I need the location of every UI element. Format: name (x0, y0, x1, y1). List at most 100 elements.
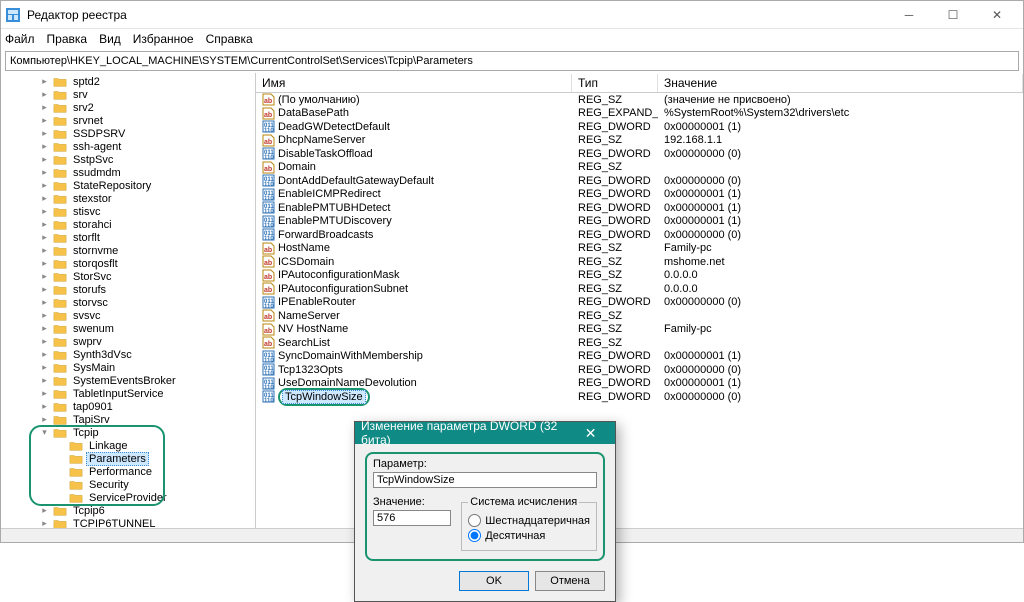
menu-help[interactable]: Справка (206, 32, 253, 46)
list-row[interactable]: abHostName REG_SZ Family-pc (256, 242, 1023, 256)
list-row[interactable]: 011110DontAddDefaultGatewayDefault REG_D… (256, 174, 1023, 188)
expander-icon[interactable]: ▸ (39, 154, 50, 165)
list-row[interactable]: 011110SyncDomainWithMembership REG_DWORD… (256, 350, 1023, 364)
expander-icon[interactable]: ▸ (39, 115, 50, 126)
tree-item[interactable]: Performance (33, 465, 255, 478)
tree-item[interactable]: ▸SysMain (3, 361, 255, 374)
expander-icon[interactable]: ▸ (39, 89, 50, 100)
expander-icon[interactable]: ▾ (39, 427, 50, 438)
tree-item[interactable]: ▸swprv (3, 335, 255, 348)
list-row[interactable]: 011110IPEnableRouter REG_DWORD 0x0000000… (256, 296, 1023, 310)
menu-favorites[interactable]: Избранное (133, 32, 194, 46)
expander-icon[interactable]: ▸ (39, 206, 50, 217)
list-row[interactable]: abICSDomain REG_SZ mshome.net (256, 255, 1023, 269)
expander-icon[interactable]: ▸ (39, 219, 50, 230)
col-name[interactable]: Имя (256, 74, 572, 92)
tree-item[interactable]: ▸stexstor (3, 192, 255, 205)
list-row[interactable]: abNV HostName REG_SZ Family-pc (256, 323, 1023, 337)
tree-item[interactable]: ▸TabletInputService (3, 387, 255, 400)
col-type[interactable]: Тип (572, 74, 658, 92)
tree-item[interactable]: ServiceProvider (33, 491, 255, 504)
radio-dec[interactable] (468, 529, 481, 542)
tree-item[interactable]: ▸swenum (3, 322, 255, 335)
menu-view[interactable]: Вид (99, 32, 121, 46)
expander-icon[interactable]: ▸ (39, 258, 50, 269)
expander-icon[interactable]: ▸ (39, 141, 50, 152)
expander-icon[interactable]: ▸ (39, 375, 50, 386)
list-row[interactable]: abDataBasePath REG_EXPAND_SZ %SystemRoot… (256, 107, 1023, 121)
expander-icon[interactable]: ▸ (39, 362, 50, 373)
tree-item[interactable]: ▸SystemEventsBroker (3, 374, 255, 387)
expander-icon[interactable]: ▸ (39, 167, 50, 178)
tree-item[interactable]: ▸ssudmdm (3, 166, 255, 179)
list-row[interactable]: 011110EnablePMTUDiscovery REG_DWORD 0x00… (256, 215, 1023, 229)
tree-item[interactable]: ▾Tcpip (3, 426, 255, 439)
tree-item[interactable]: ▸SSDPSRV (3, 127, 255, 140)
tree-pane[interactable]: ▸sptd2▸srv▸srv2▸srvnet▸SSDPSRV▸ssh-agent… (1, 73, 256, 542)
expander-icon[interactable]: ▸ (39, 349, 50, 360)
tree-item[interactable]: Parameters (33, 452, 255, 465)
tree-item[interactable]: ▸storvsc (3, 296, 255, 309)
tree-item[interactable]: ▸srv2 (3, 101, 255, 114)
menu-edit[interactable]: Правка (47, 32, 88, 46)
expander-icon[interactable]: ▸ (39, 102, 50, 113)
dialog-close-button[interactable]: ✕ (572, 425, 609, 442)
tree-item[interactable]: ▸svsvc (3, 309, 255, 322)
list-row[interactable]: 011110DisableTaskOffload REG_DWORD 0x000… (256, 147, 1023, 161)
list-row[interactable]: abDhcpNameServer REG_SZ 192.168.1.1 (256, 134, 1023, 148)
list-row[interactable]: 011110TcpWindowSize REG_DWORD 0x00000000… (256, 390, 1023, 404)
expander-icon[interactable]: ▸ (39, 401, 50, 412)
value-field[interactable] (373, 510, 451, 526)
tree-item[interactable]: ▸TapiSrv (3, 413, 255, 426)
list-row[interactable]: 011110Tcp1323Opts REG_DWORD 0x00000000 (… (256, 363, 1023, 377)
list-row[interactable]: abIPAutoconfigurationSubnet REG_SZ 0.0.0… (256, 282, 1023, 296)
expander-icon[interactable]: ▸ (39, 297, 50, 308)
ok-button[interactable]: OK (459, 571, 529, 591)
tree-item[interactable]: ▸storqosflt (3, 257, 255, 270)
list-row[interactable]: abSearchList REG_SZ (256, 336, 1023, 350)
menu-file[interactable]: Файл (5, 32, 35, 46)
list-row[interactable]: 011110EnablePMTUBHDetect REG_DWORD 0x000… (256, 201, 1023, 215)
tree-item[interactable]: Security (33, 478, 255, 491)
param-field[interactable] (373, 472, 597, 488)
tree-item[interactable]: ▸StateRepository (3, 179, 255, 192)
list-row[interactable]: abIPAutoconfigurationMask REG_SZ 0.0.0.0 (256, 269, 1023, 283)
expander-icon[interactable]: ▸ (39, 271, 50, 282)
dialog-titlebar[interactable]: Изменение параметра DWORD (32 бита) ✕ (355, 422, 615, 444)
tree-item[interactable]: ▸stornvme (3, 244, 255, 257)
list-row[interactable]: abDomain REG_SZ (256, 161, 1023, 175)
tree-item[interactable]: ▸Tcpip6 (3, 504, 255, 517)
expander-icon[interactable]: ▸ (39, 284, 50, 295)
tree-item[interactable]: ▸StorSvc (3, 270, 255, 283)
expander-icon[interactable]: ▸ (39, 232, 50, 243)
expander-icon[interactable]: ▸ (39, 245, 50, 256)
minimize-button[interactable]: ─ (887, 2, 931, 28)
address-bar[interactable]: Компьютер\HKEY_LOCAL_MACHINE\SYSTEM\Curr… (5, 51, 1019, 71)
tree-item[interactable]: ▸tap0901 (3, 400, 255, 413)
expander-icon[interactable]: ▸ (39, 414, 50, 425)
tree-item[interactable]: ▸sptd2 (3, 75, 255, 88)
tree-scrollbar[interactable] (1, 528, 256, 542)
list-row[interactable]: 011110DeadGWDetectDefault REG_DWORD 0x00… (256, 120, 1023, 134)
tree-item[interactable]: ▸SstpSvc (3, 153, 255, 166)
expander-icon[interactable]: ▸ (39, 505, 50, 516)
expander-icon[interactable]: ▸ (39, 76, 50, 87)
expander-icon[interactable]: ▸ (39, 336, 50, 347)
list-row[interactable]: ab(По умолчанию) REG_SZ (значение не при… (256, 93, 1023, 107)
expander-icon[interactable]: ▸ (39, 193, 50, 204)
radio-hex[interactable] (468, 514, 481, 527)
tree-item[interactable]: ▸srv (3, 88, 255, 101)
tree-item[interactable]: ▸Synth3dVsc (3, 348, 255, 361)
cancel-button[interactable]: Отмена (535, 571, 605, 591)
tree-item[interactable]: ▸storahci (3, 218, 255, 231)
list-row[interactable]: 011110EnableICMPRedirect REG_DWORD 0x000… (256, 188, 1023, 202)
expander-icon[interactable]: ▸ (39, 180, 50, 191)
expander-icon[interactable]: ▸ (39, 388, 50, 399)
tree-item[interactable]: ▸srvnet (3, 114, 255, 127)
list-row[interactable]: 011110ForwardBroadcasts REG_DWORD 0x0000… (256, 228, 1023, 242)
maximize-button[interactable]: ☐ (931, 2, 975, 28)
close-button[interactable]: ✕ (975, 2, 1019, 28)
tree-item[interactable]: Linkage (33, 439, 255, 452)
tree-item[interactable]: ▸storufs (3, 283, 255, 296)
tree-item[interactable]: ▸stisvc (3, 205, 255, 218)
